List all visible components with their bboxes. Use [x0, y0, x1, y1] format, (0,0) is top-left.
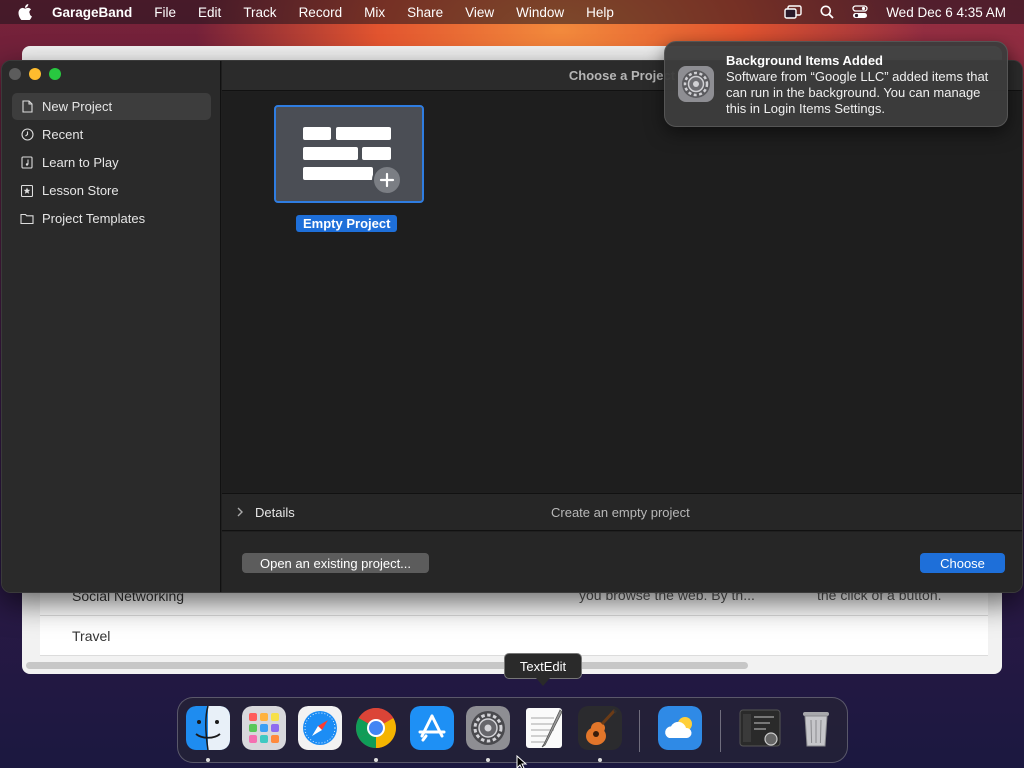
empty-project-tile[interactable]: [274, 105, 424, 203]
apple-menu-icon[interactable]: [18, 4, 34, 20]
sidebar-item-label: Recent: [42, 127, 84, 142]
sidebar-item-new-project[interactable]: New Project: [12, 93, 211, 120]
dialog-footer: Open an existing project... Choose: [222, 532, 1022, 592]
running-indicator: [374, 758, 378, 762]
running-indicator: [486, 758, 490, 762]
menu-record[interactable]: Record: [299, 5, 343, 20]
brick-shape: [303, 147, 358, 160]
close-button[interactable]: [9, 68, 21, 80]
zoom-button[interactable]: [49, 68, 61, 80]
plus-icon: [372, 165, 402, 195]
weather-icon[interactable]: [658, 706, 702, 750]
sidebar-item-project-templates[interactable]: Project Templates: [12, 205, 211, 232]
notification-banner[interactable]: Background Items Added Software from “Go…: [664, 41, 1008, 127]
list-item[interactable]: Travel: [40, 616, 988, 656]
star-box-icon: [20, 184, 34, 198]
menu-edit[interactable]: Edit: [198, 5, 221, 20]
screenshot-thumbnail-icon[interactable]: [738, 706, 782, 750]
notification-title: Background Items Added: [726, 53, 883, 68]
control-center-icon[interactable]: [852, 5, 868, 19]
sidebar-item-label: Lesson Store: [42, 183, 119, 198]
window-controls: [9, 68, 61, 80]
open-existing-project-button[interactable]: Open an existing project...: [242, 553, 429, 573]
brick-shape: [336, 127, 391, 140]
menu-bar: GarageBand File Edit Track Record Mix Sh…: [0, 0, 1024, 24]
garageband-project-chooser: New Project Recent Learn to Play Lesson …: [1, 60, 1023, 593]
folder-icon: [20, 212, 34, 226]
menubar-clock[interactable]: Wed Dec 6 4:35 AM: [886, 5, 1006, 20]
menu-view[interactable]: View: [465, 5, 494, 20]
choose-button[interactable]: Choose: [920, 553, 1005, 573]
sidebar: New Project Recent Learn to Play Lesson …: [2, 61, 221, 592]
minimize-button[interactable]: [29, 68, 41, 80]
project-grid: Empty Project: [222, 92, 1022, 492]
menu-track[interactable]: Track: [243, 5, 276, 20]
dock-separator: [639, 710, 640, 752]
safari-icon[interactable]: [298, 706, 342, 750]
trash-icon[interactable]: [794, 706, 838, 750]
running-indicator: [598, 758, 602, 762]
empty-project-label[interactable]: Empty Project: [296, 215, 398, 232]
menu-help[interactable]: Help: [586, 5, 614, 20]
mouse-cursor: [516, 754, 528, 768]
brick-shape: [362, 147, 391, 160]
document-icon: [20, 100, 34, 114]
screen-mirroring-icon[interactable]: [784, 5, 802, 19]
dock: [177, 697, 848, 763]
menu-window[interactable]: Window: [516, 5, 564, 20]
garageband-icon[interactable]: [578, 706, 622, 750]
system-settings-icon[interactable]: [466, 706, 510, 750]
launchpad-icon[interactable]: [242, 706, 286, 750]
chevron-right-icon[interactable]: [236, 506, 244, 521]
project-description: Create an empty project: [551, 505, 690, 520]
sidebar-item-label: Learn to Play: [42, 155, 119, 170]
sidebar-item-lesson-store[interactable]: Lesson Store: [12, 177, 211, 204]
brick-shape: [303, 167, 373, 180]
notification-body: Software from “Google LLC” added items t…: [726, 69, 989, 116]
clock-icon: [20, 128, 34, 142]
running-indicator: [206, 758, 210, 762]
menu-share[interactable]: Share: [407, 5, 443, 20]
details-bar: Details Create an empty project: [222, 493, 1022, 531]
sidebar-item-label: New Project: [42, 99, 113, 114]
dock-tooltip: TextEdit: [504, 653, 582, 679]
music-book-icon: [20, 156, 34, 170]
menu-mix[interactable]: Mix: [364, 5, 385, 20]
finder-icon[interactable]: [186, 706, 230, 750]
system-settings-gear-icon: [677, 65, 715, 103]
dock-separator: [720, 710, 721, 752]
horizontal-scrollbar[interactable]: [26, 662, 748, 669]
chrome-icon[interactable]: [354, 706, 398, 750]
sidebar-item-learn-to-play[interactable]: Learn to Play: [12, 149, 211, 176]
sidebar-item-label: Project Templates: [42, 211, 146, 226]
textedit-icon[interactable]: [522, 706, 566, 750]
details-toggle[interactable]: Details: [255, 505, 295, 520]
app-store-icon[interactable]: [410, 706, 454, 750]
menu-file[interactable]: File: [154, 5, 176, 20]
category-label: Travel: [72, 627, 111, 644]
menu-app-name[interactable]: GarageBand: [52, 5, 132, 20]
main-panel: Choose a Project Empty Project Details C…: [222, 61, 1022, 592]
spotlight-search-icon[interactable]: [820, 5, 834, 19]
brick-shape: [303, 127, 331, 140]
sidebar-item-recent[interactable]: Recent: [12, 121, 211, 148]
tooltip-pointer: [536, 678, 550, 686]
